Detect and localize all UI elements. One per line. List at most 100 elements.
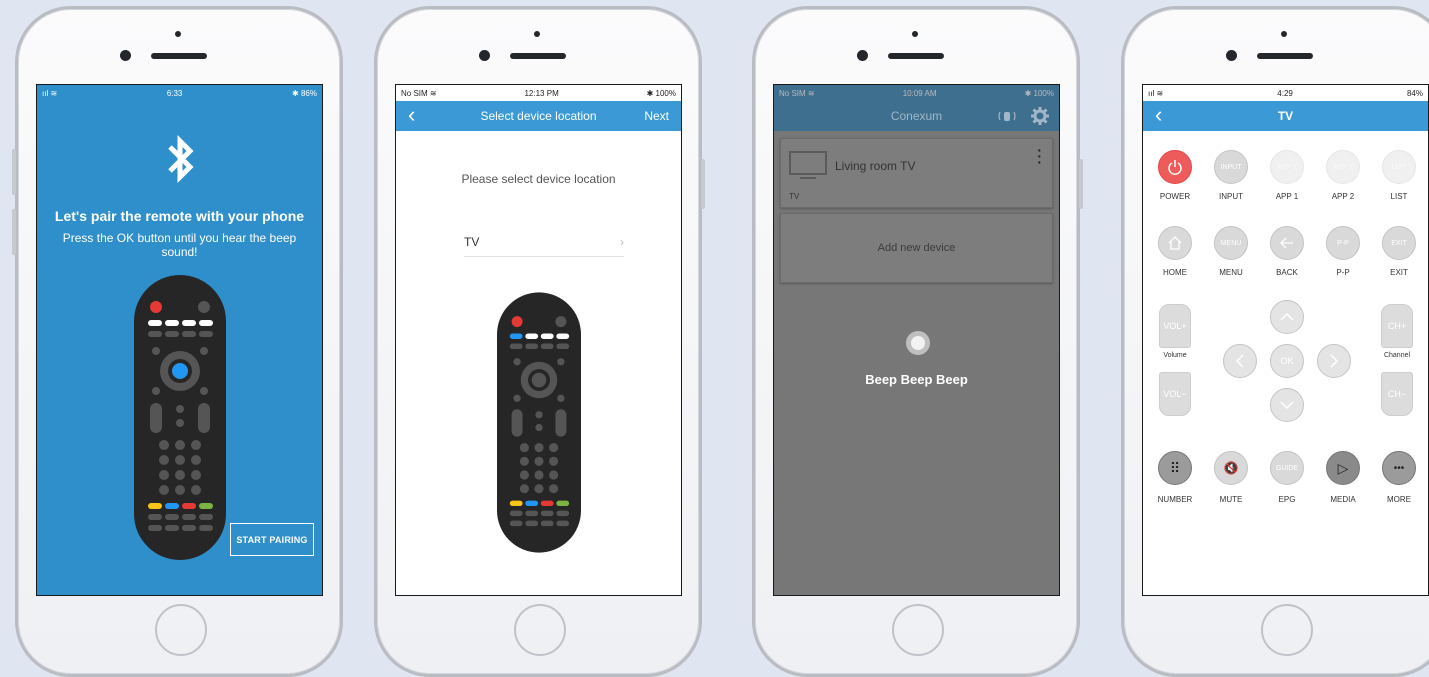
- more-label: MORE: [1387, 495, 1411, 504]
- ok-button[interactable]: OK: [1270, 344, 1304, 378]
- device-type: TV: [789, 192, 800, 201]
- chevron-up-icon: [1280, 313, 1294, 321]
- app2-button[interactable]: APP 2: [1326, 150, 1360, 184]
- media-button[interactable]: ▷: [1326, 451, 1360, 485]
- channel-up-button[interactable]: CH+: [1381, 304, 1413, 348]
- carrier-indicator: No SIM ≋: [779, 88, 815, 98]
- nav-icons: [997, 107, 1049, 125]
- phone-select-location: No SIM ≋ 12:13 PM ✱ 100% ‹ Select device…: [374, 6, 705, 677]
- status-bar: No SIM ≋ 12:13 PM ✱ 100%: [396, 85, 681, 101]
- power-label: POWER: [1159, 192, 1191, 201]
- home-button[interactable]: [155, 604, 207, 656]
- sensor-dot: [912, 31, 918, 37]
- dpad-up-button[interactable]: [1270, 300, 1304, 334]
- home-button[interactable]: [1261, 604, 1313, 656]
- side-button: [701, 159, 705, 209]
- list-button[interactable]: LIST: [1382, 150, 1416, 184]
- sensor-dot: [534, 31, 540, 37]
- power-button[interactable]: [1158, 150, 1192, 184]
- chevron-down-icon: [1280, 401, 1294, 409]
- status-bar: ııl ≋ 4:29 84%: [1143, 85, 1428, 101]
- side-button: [1079, 159, 1083, 209]
- earpiece: [510, 53, 566, 59]
- channel-label: Channel: [1383, 352, 1411, 359]
- nav-title: Select device location: [480, 109, 597, 123]
- pp-button[interactable]: P-P: [1326, 226, 1360, 260]
- exit-button[interactable]: EXIT: [1382, 226, 1416, 260]
- pp-label: P-P: [1336, 268, 1350, 277]
- home-key-button[interactable]: [1158, 226, 1192, 260]
- side-button: [12, 149, 16, 195]
- device-name: Living room TV: [835, 159, 916, 173]
- front-camera: [1226, 50, 1237, 61]
- clock: 10:09 AM: [902, 88, 937, 98]
- side-button: [12, 209, 16, 255]
- beep-screen: No SIM ≋ 10:09 AM ✱ 100% Conexum Living …: [773, 84, 1060, 596]
- mute-label: MUTE: [1219, 495, 1243, 504]
- front-camera: [857, 50, 868, 61]
- signal-indicator: ııl ≋: [42, 88, 58, 98]
- dpad-left-button[interactable]: [1223, 344, 1257, 378]
- more-options-icon[interactable]: · · ·: [1037, 143, 1042, 169]
- bluetooth-icon: [168, 134, 194, 184]
- guide-button[interactable]: GUIDE: [1270, 451, 1304, 485]
- home-icon: [1168, 236, 1182, 250]
- device-card[interactable]: Living room TV TV · · ·: [780, 138, 1053, 208]
- status-bar: No SIM ≋ 10:09 AM ✱ 100%: [774, 85, 1059, 101]
- gear-icon[interactable]: [1031, 107, 1049, 125]
- media-label: MEDIA: [1330, 495, 1356, 504]
- battery-indicator: ✱ 100%: [646, 88, 676, 98]
- list-label: LIST: [1390, 192, 1408, 201]
- carrier-indicator: No SIM ≋: [401, 88, 437, 98]
- dpad-right-button[interactable]: [1317, 344, 1351, 378]
- remote-signal-icon[interactable]: [997, 109, 1017, 123]
- location-label: TV: [464, 235, 480, 249]
- add-device-card[interactable]: Add new device: [780, 213, 1053, 283]
- next-button[interactable]: Next: [644, 109, 669, 123]
- location-option-tv[interactable]: TV ›: [464, 228, 624, 257]
- pairing-title: Let's pair the remote with your phone: [54, 208, 305, 224]
- menu-label: MENU: [1219, 268, 1243, 277]
- phone-beep: No SIM ≋ 10:09 AM ✱ 100% Conexum Living …: [752, 6, 1083, 677]
- input-button[interactable]: INPUT: [1214, 150, 1248, 184]
- pairing-screen: ııl ≋ 6:33 ✱ 86% Let's pair the remote w…: [36, 84, 323, 596]
- tv-stand: [800, 177, 816, 179]
- back-label: BACK: [1276, 268, 1298, 277]
- exit-label: EXIT: [1390, 268, 1408, 277]
- earpiece: [888, 53, 944, 59]
- volume-down-button[interactable]: VOL−: [1159, 372, 1191, 416]
- start-pairing-button[interactable]: START PAIRING: [230, 523, 314, 556]
- earpiece: [1257, 53, 1313, 59]
- app1-button[interactable]: APP 1: [1270, 150, 1304, 184]
- dpad-down-button[interactable]: [1270, 388, 1304, 422]
- menu-button[interactable]: MENU: [1214, 226, 1248, 260]
- input-label: INPUT: [1219, 192, 1243, 201]
- volume-up-button[interactable]: VOL+: [1159, 304, 1191, 348]
- chevron-right-icon: [1330, 354, 1338, 368]
- mute-button[interactable]: 🔇: [1214, 451, 1248, 485]
- app1-label: APP 1: [1275, 192, 1299, 201]
- number-button[interactable]: ⠿: [1158, 451, 1192, 485]
- clock: 12:13 PM: [524, 88, 559, 98]
- chevron-right-icon: ›: [620, 235, 624, 249]
- channel-down-button[interactable]: CH−: [1381, 372, 1413, 416]
- nav-title: TV: [1277, 109, 1294, 123]
- remote-screen: ııl ≋ 4:29 84% ‹ TV INPUT APP 1 APP 2 LI…: [1142, 84, 1429, 596]
- more-button[interactable]: •••: [1382, 451, 1416, 485]
- back-button[interactable]: ‹: [1155, 104, 1162, 126]
- nav-bar: ‹ TV: [1143, 101, 1428, 131]
- tv-icon: [789, 151, 827, 175]
- phone-tv-remote: ııl ≋ 4:29 84% ‹ TV INPUT APP 1 APP 2 LI…: [1121, 6, 1429, 677]
- home-button[interactable]: [892, 604, 944, 656]
- back-icon: [1280, 237, 1293, 249]
- nav-bar: Conexum: [774, 101, 1059, 131]
- pairing-subtitle: Press the OK button until you hear the b…: [62, 231, 297, 259]
- power-icon: [1168, 160, 1182, 175]
- location-prompt: Please select device location: [461, 172, 616, 186]
- back-button[interactable]: ‹: [408, 104, 415, 126]
- phone-pairing: ııl ≋ 6:33 ✱ 86% Let's pair the remote w…: [12, 6, 343, 677]
- signal-indicator: ııl ≋: [1148, 88, 1164, 98]
- home-button[interactable]: [514, 604, 566, 656]
- battery-indicator: 84%: [1406, 88, 1423, 98]
- back-key-button[interactable]: [1270, 226, 1304, 260]
